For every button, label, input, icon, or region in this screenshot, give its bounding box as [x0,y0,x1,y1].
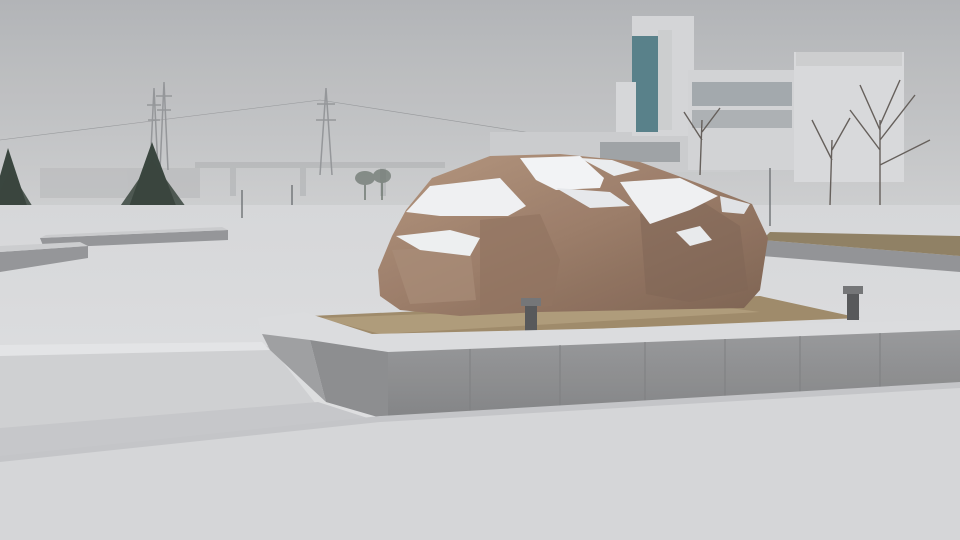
photo-scene [0,0,960,540]
scene-svg [0,0,960,540]
snow-haze [0,0,960,540]
